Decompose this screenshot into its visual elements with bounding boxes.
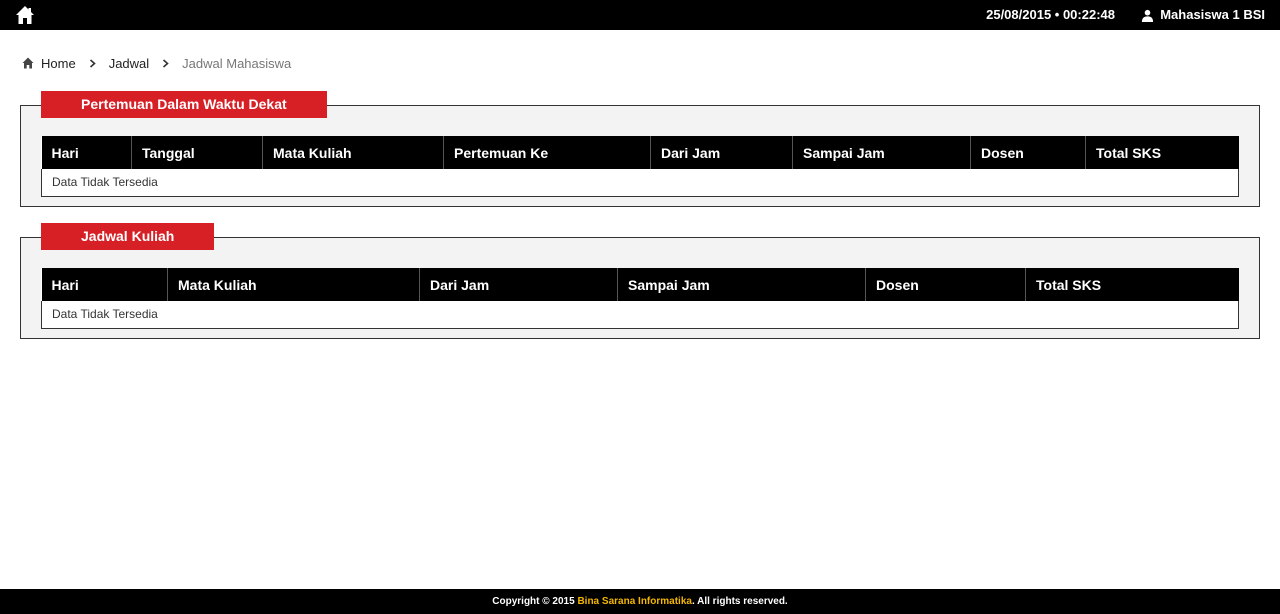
home-icon: [22, 57, 34, 69]
chevron-right-icon: [163, 58, 169, 68]
table-row: Data Tidak Tersedia: [41, 169, 1239, 197]
column-header[interactable]: Tanggal: [131, 136, 263, 169]
user-icon: [1142, 9, 1154, 22]
column-header[interactable]: Sampai Jam: [792, 136, 971, 169]
class-schedule-table: Hari Mata Kuliah Dari Jam Sampai Jam Dos…: [41, 268, 1239, 329]
home-icon[interactable]: [15, 5, 35, 25]
breadcrumb: Home Jadwal Jadwal Mahasiswa: [22, 54, 291, 72]
empty-state-text: Data Tidak Tersedia: [41, 301, 1239, 329]
column-header[interactable]: Sampai Jam: [617, 268, 866, 301]
footer: Copyright © 2015 Bina Sarana Informatika…: [0, 589, 1280, 614]
upcoming-meetings-panel: Pertemuan Dalam Waktu Dekat Hari Tanggal…: [20, 91, 1260, 207]
breadcrumb-home-link[interactable]: Home: [41, 56, 76, 71]
column-header[interactable]: Dosen: [970, 136, 1086, 169]
class-schedule-panel: Jadwal Kuliah Hari Mata Kuliah Dari Jam …: [20, 223, 1260, 339]
column-header[interactable]: Hari: [41, 136, 132, 169]
user-name: Mahasiswa 1 BSI: [1160, 7, 1265, 22]
column-header[interactable]: Total SKS: [1025, 268, 1239, 301]
table-row: Data Tidak Tersedia: [41, 301, 1239, 329]
breadcrumb-jadwal-link[interactable]: Jadwal: [109, 56, 149, 71]
upcoming-meetings-table: Hari Tanggal Mata Kuliah Pertemuan Ke Da…: [41, 136, 1239, 197]
panel-title: Pertemuan Dalam Waktu Dekat: [41, 91, 327, 118]
copyright-text: Copyright © 2015: [492, 596, 575, 607]
copyright-suffix: . All rights reserved.: [691, 596, 788, 607]
column-header[interactable]: Hari: [41, 268, 168, 301]
column-header[interactable]: Dosen: [865, 268, 1026, 301]
chevron-right-icon: [89, 58, 96, 68]
column-header[interactable]: Dari Jam: [650, 136, 793, 169]
panel-title: Jadwal Kuliah: [41, 223, 215, 250]
user-menu[interactable]: Mahasiswa 1 BSI: [1141, 0, 1265, 30]
column-header[interactable]: Mata Kuliah: [167, 268, 420, 301]
table-header-row: Hari Mata Kuliah Dari Jam Sampai Jam Dos…: [41, 268, 1239, 301]
column-header[interactable]: Mata Kuliah: [262, 136, 444, 169]
brand-link[interactable]: Bina Sarana Informatika: [577, 596, 691, 607]
table-header-row: Hari Tanggal Mata Kuliah Pertemuan Ke Da…: [41, 136, 1239, 169]
column-header[interactable]: Total SKS: [1085, 136, 1239, 169]
datetime-display: 25/08/2015 • 00:22:48: [986, 7, 1115, 22]
top-bar: 25/08/2015 • 00:22:48 Mahasiswa 1 BSI: [0, 0, 1280, 30]
empty-state-text: Data Tidak Tersedia: [41, 169, 1239, 197]
column-header[interactable]: Pertemuan Ke: [443, 136, 651, 169]
column-header[interactable]: Dari Jam: [419, 268, 618, 301]
breadcrumb-current: Jadwal Mahasiswa: [182, 55, 292, 71]
